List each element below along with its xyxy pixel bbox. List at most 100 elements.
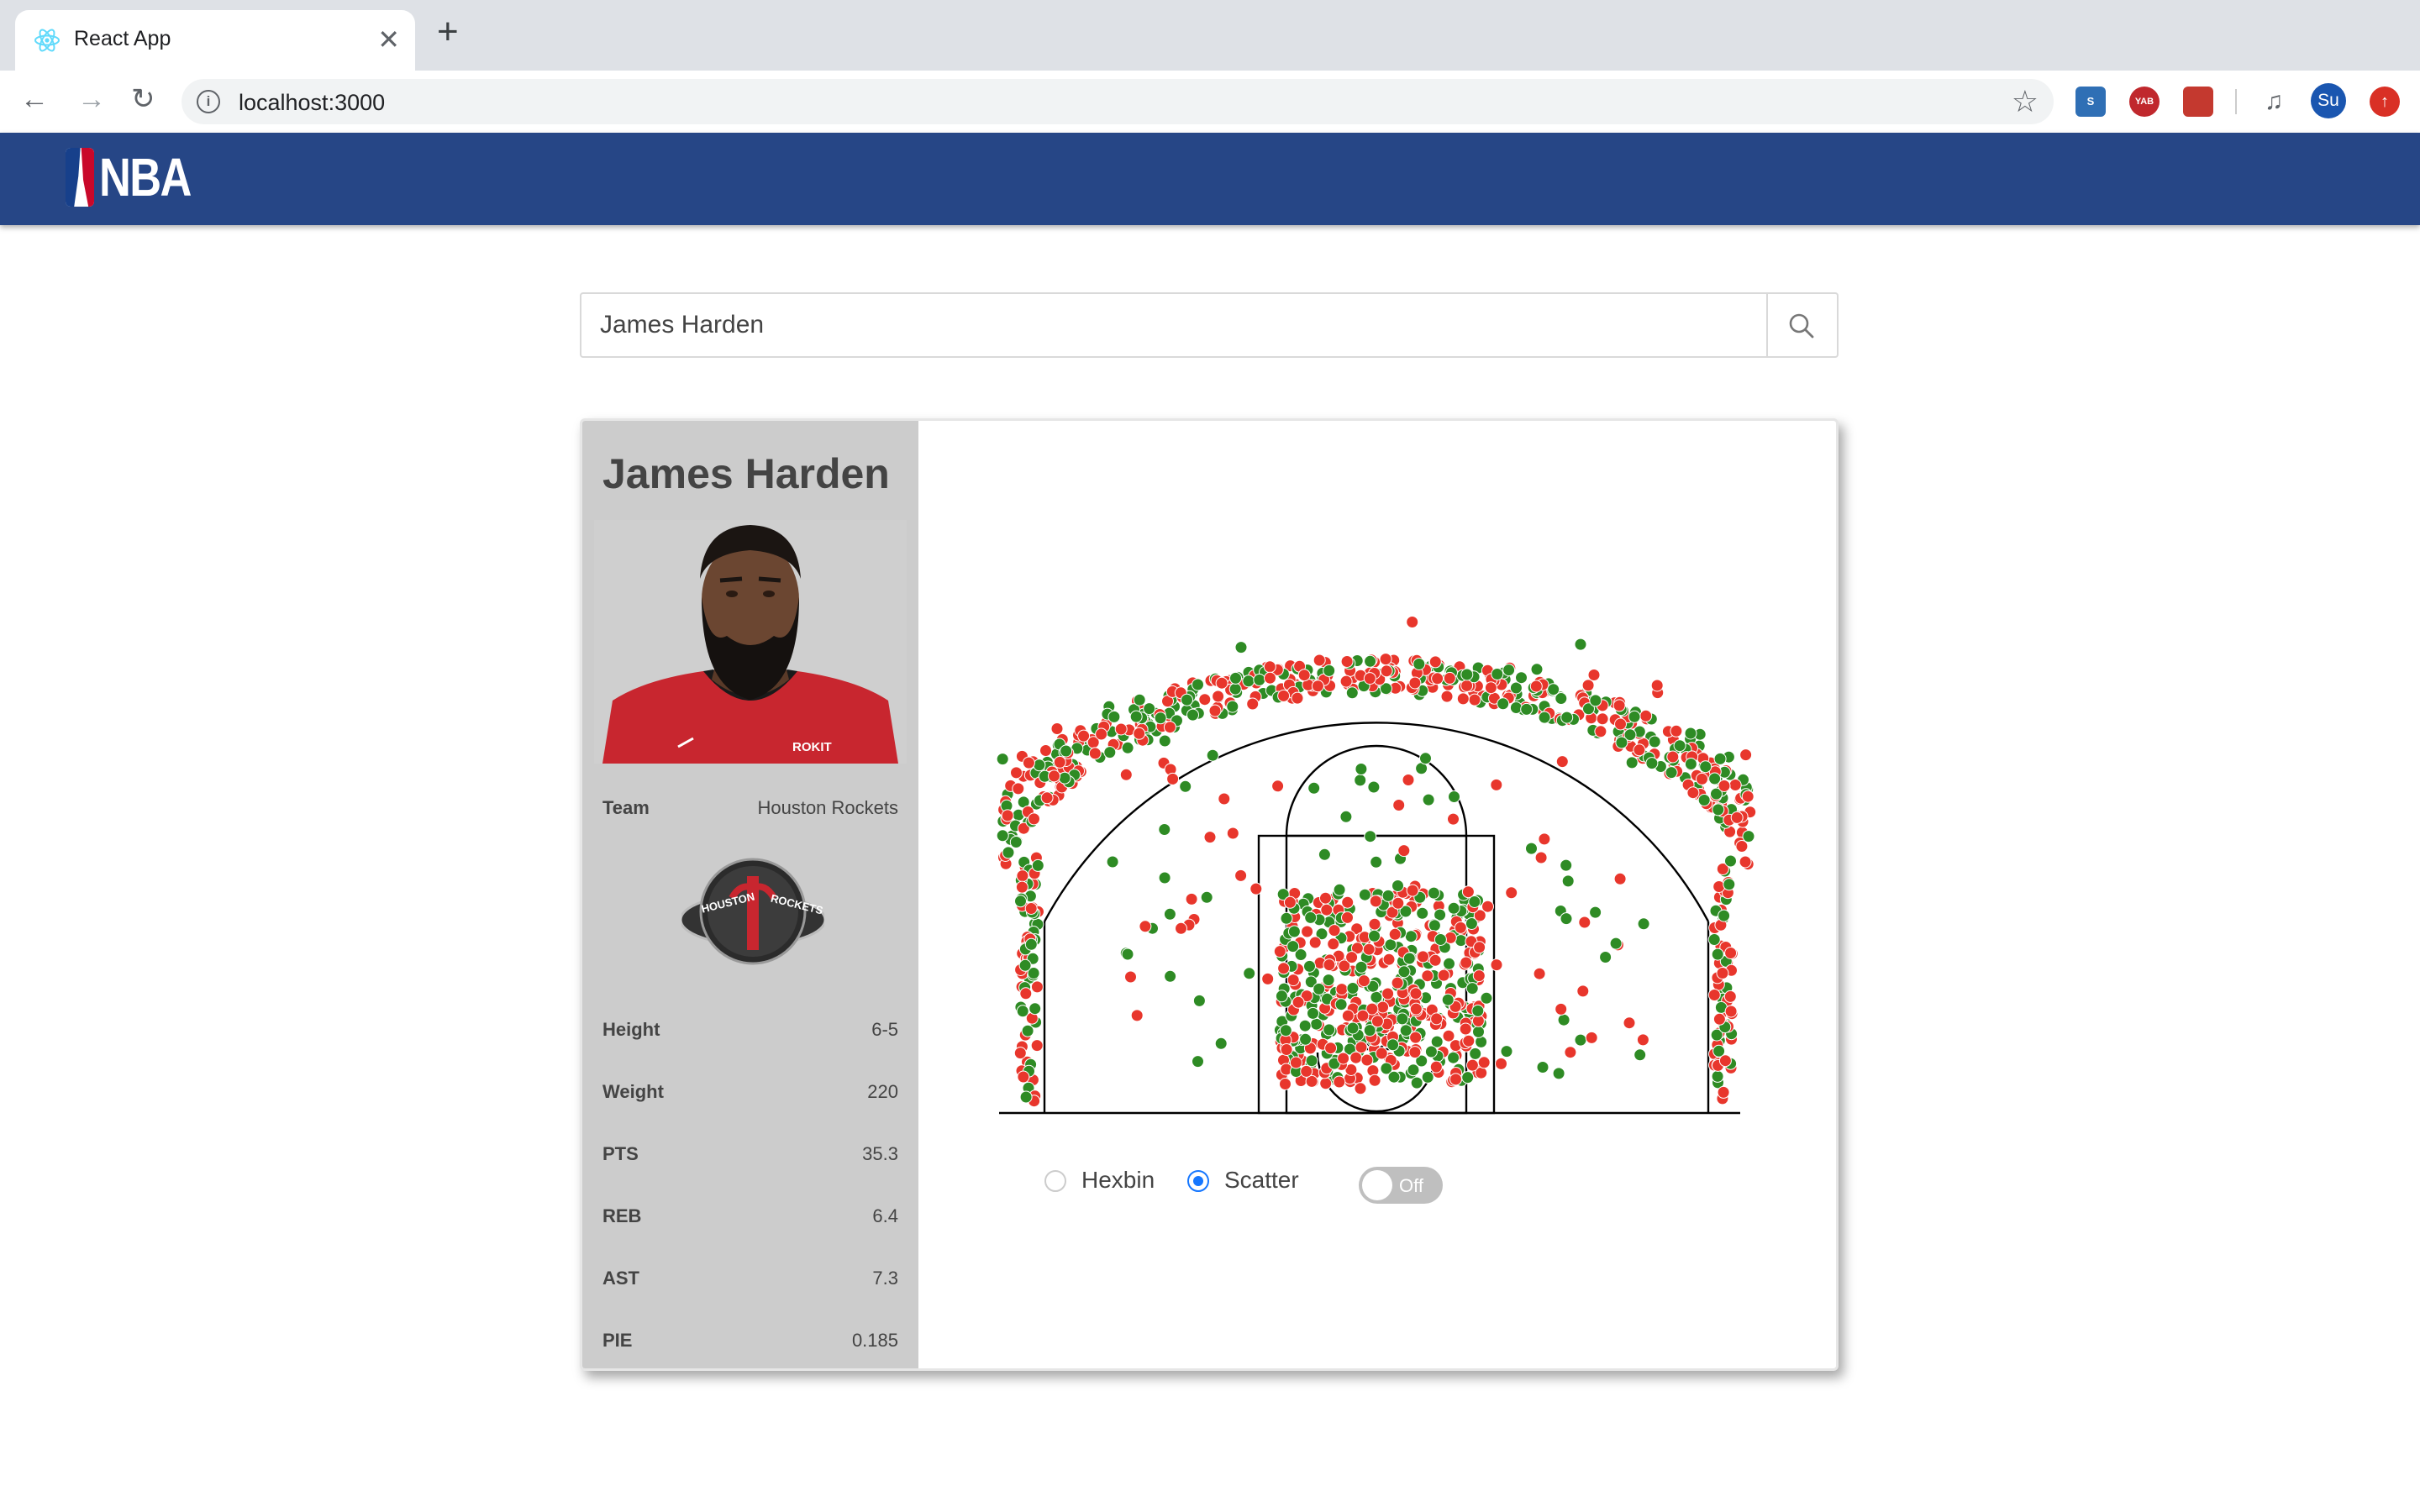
rockets-logo-icon: HOUSTON ROCKETS [681, 858, 824, 965]
shot-marker [1612, 699, 1626, 712]
shot-marker [1346, 982, 1360, 995]
extension-red-icon[interactable] [2183, 87, 2213, 117]
shot-marker [1443, 957, 1455, 970]
shot-marker [1666, 750, 1680, 764]
shot-marker [1129, 710, 1143, 723]
shot-marker [1413, 658, 1426, 670]
shot-marker [1712, 880, 1726, 893]
shot-marker [1139, 920, 1152, 933]
shot-marker [1028, 1002, 1042, 1016]
hexbin-radio[interactable] [1044, 1170, 1066, 1192]
reload-icon[interactable]: ↻ [131, 82, 155, 116]
shot-marker [1555, 755, 1569, 769]
shot-marker [1440, 690, 1454, 703]
shot-marker [1416, 906, 1429, 920]
shot-marker [1574, 1033, 1587, 1047]
shot-marker [1311, 680, 1324, 693]
shot-marker [1718, 909, 1731, 922]
shot-marker [1279, 1078, 1292, 1090]
shot-marker [1645, 757, 1659, 770]
shot-marker [1048, 769, 1060, 783]
shot-marker [1297, 669, 1311, 682]
shot-marker [1307, 1006, 1319, 1020]
shot-marker [1346, 1021, 1360, 1035]
url-text[interactable]: localhost:3000 [239, 90, 385, 116]
media-control-icon[interactable]: ♫ [2259, 87, 2289, 117]
shot-marker [1095, 727, 1108, 741]
shot-marker [1409, 987, 1423, 1000]
shot-marker [1581, 679, 1595, 692]
shot-marker [1333, 883, 1346, 896]
shot-marker [1399, 1024, 1413, 1037]
new-tab-button[interactable]: + [437, 13, 459, 50]
browser-tab-bar: React App ✕ + [0, 0, 2420, 71]
shot-marker [1538, 711, 1551, 724]
back-icon[interactable]: ← [20, 82, 49, 116]
shot-marker [1422, 793, 1435, 806]
shot-marker [1164, 969, 1177, 983]
stat-value: 0.185 [851, 1330, 898, 1351]
search-button[interactable] [1766, 294, 1837, 356]
scatter-radio[interactable] [1187, 1170, 1209, 1192]
address-bar[interactable]: i localhost:3000 ☆ [182, 79, 2054, 124]
shot-marker [1012, 782, 1025, 795]
shot-marker [1175, 921, 1187, 935]
hexbin-label[interactable]: Hexbin [1081, 1167, 1155, 1194]
shot-marker [1028, 812, 1040, 826]
player-search[interactable]: James Harden [580, 292, 1839, 358]
shot-marker [1370, 990, 1383, 1004]
shot-marker [1363, 1024, 1376, 1037]
shot-marker [1461, 1071, 1475, 1084]
shot-marker [1509, 701, 1523, 714]
shot-marker [1380, 664, 1393, 678]
shot-marker [1428, 953, 1442, 967]
search-input[interactable]: James Harden [600, 311, 764, 339]
bookmark-star-icon[interactable]: ☆ [2012, 84, 2039, 119]
shot-marker [1388, 927, 1402, 941]
profile-avatar[interactable]: Su [2311, 83, 2346, 118]
display-toggle[interactable]: Off [1359, 1167, 1443, 1204]
shot-marker [1357, 974, 1370, 988]
shot-marker [1396, 1012, 1409, 1026]
extension-yab-icon[interactable]: YAB [2129, 87, 2160, 117]
extension-s-icon[interactable]: S [2075, 87, 2106, 117]
shot-marker [1560, 711, 1574, 724]
shot-marker [1310, 1017, 1323, 1031]
shot-marker [1443, 671, 1456, 685]
site-info-icon[interactable]: i [197, 90, 220, 113]
shot-marker [1307, 781, 1321, 795]
shot-marker [1356, 1009, 1370, 1022]
shot-marker [1670, 724, 1683, 738]
shot-marker [1684, 758, 1697, 770]
shot-marker [1001, 809, 1014, 822]
shot-marker [1119, 768, 1133, 781]
shot-marker [1465, 1058, 1479, 1072]
shot-marker [1301, 925, 1314, 938]
shot-marker [1397, 965, 1411, 979]
update-icon[interactable]: ↑ [2370, 87, 2400, 117]
shot-marker [1275, 990, 1288, 1003]
scatter-label[interactable]: Scatter [1224, 1167, 1299, 1194]
shot-marker [1421, 1070, 1434, 1084]
shot-marker [1623, 1016, 1636, 1030]
shot-marker [1030, 980, 1044, 994]
shot-marker [1379, 653, 1392, 666]
shot-marker [996, 829, 1009, 843]
shot-marker [1430, 1012, 1444, 1026]
shot-marker [1711, 948, 1724, 961]
nba-logo-icon[interactable] [66, 148, 94, 207]
shot-marker [1564, 1046, 1577, 1059]
shot-marker [1158, 871, 1171, 885]
browser-tab[interactable]: React App ✕ [15, 10, 415, 71]
shot-marker [1017, 1070, 1030, 1084]
shot-marker [1002, 846, 1015, 859]
shot-chart [996, 616, 1757, 1115]
forward-icon[interactable]: → [77, 82, 106, 116]
shot-marker [1391, 976, 1404, 990]
shot-marker [1215, 676, 1228, 690]
close-tab-icon[interactable]: ✕ [377, 24, 400, 55]
shot-marker [1724, 947, 1738, 959]
shot-marker [1292, 995, 1305, 1009]
nba-logo-text[interactable]: NBA [99, 148, 192, 207]
shot-marker [1010, 766, 1023, 780]
